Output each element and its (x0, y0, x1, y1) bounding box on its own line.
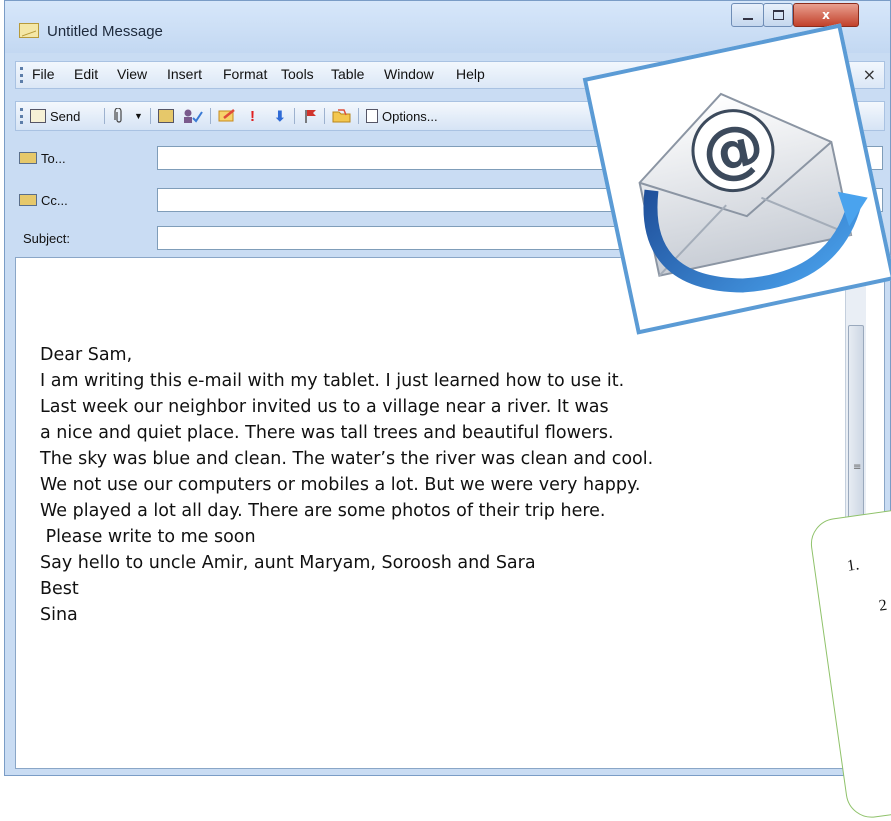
menu-grip[interactable] (20, 67, 26, 83)
menu-edit[interactable]: Edit (74, 66, 98, 82)
message-line: Last week our neighbor invited us to a v… (40, 397, 609, 417)
menu-file[interactable]: File (32, 66, 55, 82)
message-body[interactable]: Dear Sam, I am writing this e-mail with … (15, 257, 885, 769)
toolbar-separator (104, 108, 105, 124)
address-book-icon (19, 152, 37, 164)
message-line: We played a lot all day. There are some … (40, 501, 606, 521)
address-book-icon (19, 194, 37, 206)
toolbar-separator (358, 108, 359, 124)
attach-button[interactable] (114, 106, 124, 126)
window-title: Untitled Message (47, 23, 163, 40)
cc-label: Cc... (41, 192, 68, 208)
grip-icon: ≡ (853, 462, 862, 473)
paperclip-icon (114, 108, 122, 123)
maximize-button[interactable] (763, 3, 793, 27)
importance-high-icon: ! (250, 107, 255, 125)
menu-tools[interactable]: Tools (281, 66, 314, 82)
subject-label: Subject: (23, 231, 70, 246)
options-button[interactable]: Options... (366, 106, 438, 126)
minimize-button[interactable] (731, 3, 764, 27)
to-label: To... (41, 150, 66, 166)
cc-button[interactable]: Cc... (19, 189, 68, 211)
message-line: I am writing this e-mail with my tablet.… (40, 371, 625, 391)
message-line: The sky was blue and clean. The water’s … (40, 449, 654, 469)
close-button[interactable]: x (793, 3, 859, 27)
folder-button[interactable] (332, 106, 352, 126)
options-label: Options... (382, 108, 438, 124)
menu-table[interactable]: Table (331, 66, 364, 82)
check-names-button[interactable] (182, 106, 204, 126)
callout-item-2: 2 (877, 596, 889, 615)
message-line: Say hello to uncle Amir, aunt Maryam, So… (40, 553, 536, 573)
menu-format[interactable]: Format (223, 66, 267, 82)
chevron-down-icon: ▼ (134, 111, 143, 121)
importance-low-button[interactable]: ⬇ (274, 106, 286, 126)
attach-dropdown[interactable]: ▼ (134, 106, 143, 126)
address-book-icon (158, 109, 174, 123)
close-document-icon[interactable]: × (863, 65, 876, 84)
address-book-button[interactable] (158, 106, 178, 126)
importance-low-icon: ⬇ (274, 107, 286, 124)
message-line: Please write to me soon (40, 527, 256, 547)
message-line: We not use our computers or mobiles a lo… (40, 475, 641, 495)
signature-button[interactable] (218, 106, 238, 126)
flag-icon (305, 110, 316, 123)
importance-high-button[interactable]: ! (250, 106, 255, 126)
menu-insert[interactable]: Insert (167, 66, 202, 82)
to-button[interactable]: To... (19, 147, 66, 169)
envelope-icon (19, 23, 39, 38)
message-line: a nice and quiet place. There was tall t… (40, 423, 614, 443)
options-icon (366, 109, 378, 123)
message-line: Best (40, 579, 79, 599)
toolbar-separator (210, 108, 211, 124)
menu-view[interactable]: View (117, 66, 147, 82)
send-button[interactable]: Send (30, 106, 80, 126)
message-line: Sina (40, 605, 78, 625)
check-names-icon (184, 109, 203, 123)
signature-icon (218, 109, 235, 122)
close-icon: x (822, 8, 830, 22)
message-text: Dear Sam, I am writing this e-mail with … (40, 342, 653, 628)
email-at-icon: @ (582, 23, 891, 335)
menu-window[interactable]: Window (384, 66, 434, 82)
flag-button[interactable] (304, 106, 318, 126)
send-icon (30, 109, 46, 123)
toolbar-separator (324, 108, 325, 124)
menu-help[interactable]: Help (456, 66, 485, 82)
toolbar-separator (150, 108, 151, 124)
folder-icon (332, 109, 351, 123)
callout-item-1: 1. (845, 556, 861, 575)
message-line: Dear Sam, (40, 345, 133, 365)
send-label: Send (50, 108, 81, 124)
toolbar-grip[interactable] (20, 108, 26, 124)
toolbar-separator (294, 108, 295, 124)
